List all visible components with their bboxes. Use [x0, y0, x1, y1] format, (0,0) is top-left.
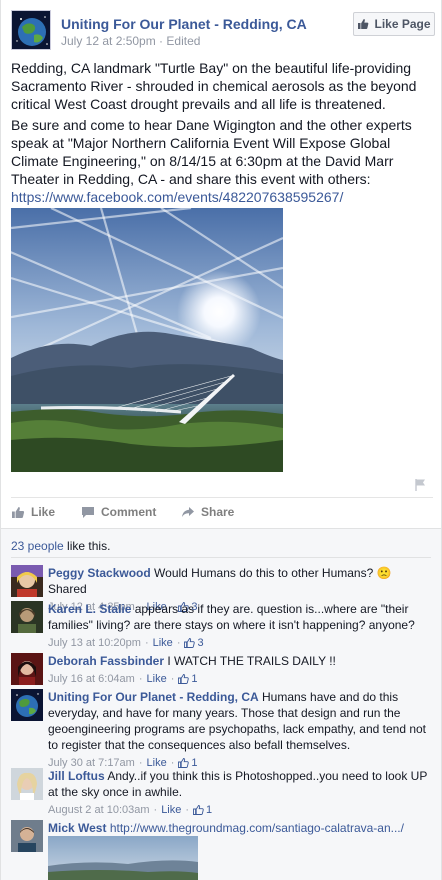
thumbs-up-icon	[184, 638, 196, 648]
link-preview-thumbnail	[48, 836, 198, 880]
comment-body: Mick West http://www.thegroundmag.com/sa…	[48, 820, 428, 836]
comment-time[interactable]: July 13 at 10:20pm	[48, 635, 141, 651]
share-button[interactable]: Share	[181, 505, 234, 519]
post-photo[interactable]	[11, 208, 283, 472]
avatar-image	[11, 768, 43, 800]
thumbs-up-icon	[178, 674, 190, 684]
like-page-button[interactable]: Like Page	[353, 12, 435, 36]
comment-text: Andy..if you think this is Photoshopped.…	[48, 769, 428, 799]
page-avatar[interactable]	[11, 10, 51, 50]
commenter-avatar[interactable]	[11, 653, 43, 685]
comment-like-link[interactable]: Like	[161, 802, 181, 818]
thumbs-up-icon	[358, 19, 369, 29]
link-preview-image[interactable]	[48, 836, 198, 880]
avatar-image	[11, 565, 43, 597]
commenter-avatar[interactable]	[11, 689, 43, 721]
globe-avatar-icon	[12, 11, 50, 49]
avatar-image	[11, 820, 43, 852]
comment-body: Deborah Fassbinder I WATCH THE TRAILS DA…	[48, 653, 428, 687]
likes-summary: 23 people like this.	[11, 539, 110, 553]
comment-link[interactable]: http://www.thegroundmag.com/santiago-cal…	[110, 821, 404, 835]
comment-author[interactable]: Jill Loftus	[48, 769, 105, 783]
sundial-bridge-photo	[11, 208, 283, 472]
comment-button[interactable]: Comment	[81, 505, 156, 519]
event-link[interactable]: https://www.facebook.com/events/48220763…	[11, 189, 343, 205]
flag-icon	[415, 479, 425, 491]
comment-author[interactable]: Deborah Fassbinder	[48, 654, 164, 668]
post-paragraph-1: Redding, CA landmark "Turtle Bay" on the…	[11, 60, 417, 112]
like-count-value: 1	[206, 804, 213, 816]
comment-author[interactable]: Uniting For Our Planet - Redding, CA	[48, 690, 259, 704]
comment-like-count[interactable]: 1	[193, 802, 212, 818]
globe-avatar-icon	[11, 689, 43, 721]
like-count-value: 1	[191, 673, 198, 685]
facebook-post: Uniting For Our Planet - Redding, CA Jul…	[0, 0, 442, 880]
share-arrow-icon	[182, 507, 194, 517]
comment-like-link[interactable]: Like	[147, 671, 167, 687]
commenter-avatar[interactable]	[11, 601, 43, 633]
actions-divider	[11, 497, 433, 498]
report-flag[interactable]	[415, 478, 427, 495]
comment-author[interactable]: Mick West	[48, 821, 106, 835]
comment-like-count[interactable]: 1	[178, 671, 198, 687]
thumbs-up-icon	[178, 758, 190, 768]
post-timestamp[interactable]: July 12 at 2:50pm · Edited	[61, 34, 200, 48]
commenter-avatar[interactable]	[11, 768, 43, 800]
comment-body: Jill Loftus Andy..if you think this is P…	[48, 768, 428, 818]
post-header: Uniting For Our Planet - Redding, CA Jul…	[11, 10, 435, 50]
like-count-value: 3	[197, 637, 204, 649]
thumbs-up-icon	[12, 506, 25, 518]
comment-author[interactable]: Peggy Stackwood	[48, 566, 151, 580]
comment-time[interactable]: July 16 at 6:04am	[48, 671, 135, 687]
likes-suffix: like this.	[63, 539, 111, 553]
page-name-link[interactable]: Uniting For Our Planet - Redding, CA	[61, 16, 307, 32]
comment-text: I WATCH THE TRAILS DAILY !!	[167, 654, 336, 668]
avatar-image	[11, 601, 43, 633]
commenter-avatar[interactable]	[11, 565, 43, 597]
comment-meta: July 13 at 10:20pm · Like · 3	[48, 635, 204, 651]
avatar-image	[11, 653, 43, 685]
comment-like-link[interactable]: Like	[153, 635, 173, 651]
share-label: Share	[201, 505, 235, 519]
likes-divider	[11, 557, 431, 558]
comment-body: Karen L. Stalie appears as if they are. …	[48, 601, 428, 651]
comment-body: Uniting For Our Planet - Redding, CA Hum…	[48, 689, 428, 771]
post-actions-bar: Like Comment Share	[11, 505, 431, 525]
post-paragraph-2-text: Be sure and come to hear Dane Wigington …	[11, 117, 412, 187]
comment-time[interactable]: August 2 at 10:03am	[48, 802, 150, 818]
post-paragraph-2: Be sure and come to hear Dane Wigington …	[11, 116, 431, 206]
like-page-label: Like Page	[374, 17, 431, 31]
comment-like-count[interactable]: 3	[184, 635, 204, 651]
comment-meta: August 2 at 10:03am · Like · 1	[48, 802, 213, 818]
comment-meta: July 16 at 6:04am · Like · 1	[48, 671, 198, 687]
commenter-avatar[interactable]	[11, 820, 43, 852]
comment-label: Comment	[101, 505, 157, 519]
like-label: Like	[31, 505, 56, 519]
comment-author[interactable]: Karen L. Stalie	[48, 602, 131, 616]
like-button[interactable]: Like	[11, 505, 55, 519]
comment-bubble-icon	[82, 506, 94, 518]
thumbs-up-icon	[193, 805, 204, 815]
likes-people-link[interactable]: 23 people	[11, 539, 64, 553]
